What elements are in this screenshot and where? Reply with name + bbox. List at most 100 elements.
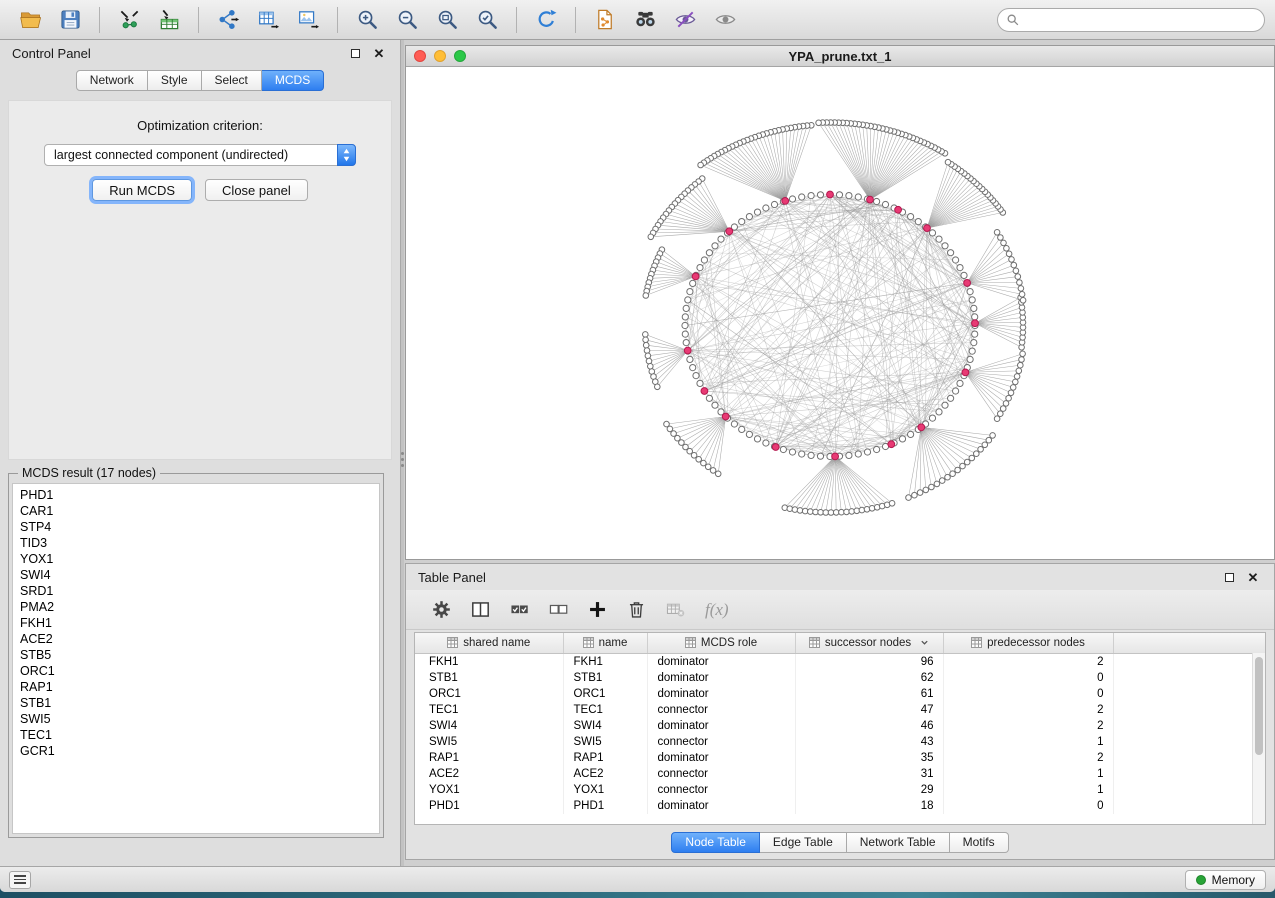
column-header-shared-name[interactable]: shared name — [415, 633, 563, 653]
tab-node-table[interactable]: Node Table — [671, 832, 760, 853]
network-node[interactable] — [967, 289, 973, 295]
network-leaf-node[interactable] — [1011, 262, 1017, 268]
network-leaf-node[interactable] — [1013, 268, 1019, 274]
zoom-selected-button[interactable] — [470, 5, 504, 35]
network-node[interactable] — [746, 431, 752, 437]
network-leaf-node[interactable] — [955, 467, 961, 473]
network-leaf-node[interactable] — [643, 342, 649, 348]
zoom-in-button[interactable] — [350, 5, 384, 35]
cell-MCDS-role[interactable]: dominator — [647, 798, 795, 814]
network-node[interactable] — [682, 322, 688, 328]
network-node[interactable] — [969, 297, 975, 303]
panel-menu-button[interactable] — [9, 871, 31, 889]
network-node[interactable] — [874, 446, 880, 452]
network-leaf-node[interactable] — [934, 481, 940, 487]
network-leaf-node[interactable] — [964, 459, 970, 465]
network-hub-node[interactable] — [964, 280, 971, 287]
birdseye-button[interactable] — [708, 5, 742, 35]
cell-successor-nodes[interactable]: 61 — [795, 686, 943, 702]
mcds-result-item[interactable]: PMA2 — [20, 599, 379, 615]
network-leaf-node[interactable] — [1017, 280, 1023, 286]
network-node[interactable] — [882, 201, 888, 207]
cell-name[interactable]: YOX1 — [563, 782, 647, 798]
network-node[interactable] — [936, 236, 942, 242]
settings-button[interactable] — [426, 596, 456, 624]
tab-motifs[interactable]: Motifs — [950, 832, 1009, 853]
select-all-button[interactable] — [504, 596, 534, 624]
table-row[interactable]: SWI5SWI5connector431 — [415, 734, 1265, 750]
network-node[interactable] — [746, 214, 752, 220]
network-leaf-node[interactable] — [1016, 368, 1022, 374]
table-row[interactable]: YOX1YOX1connector291 — [415, 782, 1265, 798]
network-node[interactable] — [754, 436, 760, 442]
cell-name[interactable]: SWI4 — [563, 718, 647, 734]
close-table-panel-button[interactable]: ✕ — [1244, 569, 1262, 585]
share-session-button[interactable] — [588, 5, 622, 35]
network-node[interactable] — [899, 436, 905, 442]
network-node[interactable] — [855, 194, 861, 200]
network-node[interactable] — [855, 451, 861, 457]
network-leaf-node[interactable] — [1020, 351, 1026, 357]
network-node[interactable] — [701, 257, 707, 263]
sort-chevron-icon[interactable] — [920, 638, 929, 647]
network-leaf-node[interactable] — [797, 508, 803, 514]
cell-name[interactable]: STB1 — [563, 670, 647, 686]
network-leaf-node[interactable] — [986, 437, 992, 443]
network-leaf-node[interactable] — [1013, 379, 1019, 385]
mcds-result-item[interactable]: PHD1 — [20, 487, 379, 503]
mcds-result-list[interactable]: PHD1CAR1STP4TID3YOX1SWI4SRD1PMA2FKH1ACE2… — [12, 483, 380, 834]
network-hub-node[interactable] — [827, 191, 834, 198]
cell-successor-nodes[interactable]: 47 — [795, 702, 943, 718]
network-leaf-node[interactable] — [912, 492, 918, 498]
network-leaf-node[interactable] — [643, 337, 649, 343]
network-node[interactable] — [948, 395, 954, 401]
network-leaf-node[interactable] — [715, 471, 721, 477]
network-node[interactable] — [712, 402, 718, 408]
network-leaf-node[interactable] — [917, 490, 923, 496]
export-table-button[interactable] — [251, 5, 285, 35]
criterion-select[interactable]: largest connected component (undirected) — [44, 144, 356, 166]
cell-MCDS-role[interactable]: connector — [647, 766, 795, 782]
cell-MCDS-role[interactable]: dominator — [647, 670, 795, 686]
network-hub-node[interactable] — [867, 196, 874, 203]
network-node[interactable] — [817, 453, 823, 459]
network-node[interactable] — [953, 388, 959, 394]
network-leaf-node[interactable] — [648, 234, 654, 240]
cell-shared-name[interactable]: RAP1 — [415, 750, 563, 766]
network-node[interactable] — [936, 409, 942, 415]
cell-shared-name[interactable]: STB1 — [415, 670, 563, 686]
cell-name[interactable]: TEC1 — [563, 702, 647, 718]
cell-name[interactable]: ACE2 — [563, 766, 647, 782]
column-selector-button[interactable] — [465, 596, 495, 624]
network-leaf-node[interactable] — [644, 348, 650, 354]
network-node[interactable] — [780, 446, 786, 452]
network-leaf-node[interactable] — [974, 451, 980, 457]
network-node[interactable] — [697, 265, 703, 271]
network-node[interactable] — [687, 289, 693, 295]
network-hub-node[interactable] — [972, 320, 979, 327]
network-node[interactable] — [683, 305, 689, 311]
network-node[interactable] — [706, 395, 712, 401]
search-input[interactable] — [997, 8, 1265, 32]
table-row[interactable]: SWI4SWI4dominator462 — [415, 718, 1265, 734]
network-leaf-node[interactable] — [945, 159, 951, 165]
mcds-result-item[interactable]: SRD1 — [20, 583, 379, 599]
cell-MCDS-role[interactable]: dominator — [647, 686, 795, 702]
network-leaf-node[interactable] — [906, 495, 912, 501]
cell-predecessor-nodes[interactable]: 1 — [943, 734, 1113, 750]
mcds-result-item[interactable]: TID3 — [20, 535, 379, 551]
cell-name[interactable]: PHD1 — [563, 798, 647, 814]
network-node[interactable] — [697, 380, 703, 386]
mcds-result-item[interactable]: STP4 — [20, 519, 379, 535]
network-graph[interactable] — [406, 67, 1274, 559]
table-row[interactable]: ORC1ORC1dominator610 — [415, 686, 1265, 702]
network-hub-node[interactable] — [782, 198, 789, 205]
cell-successor-nodes[interactable]: 31 — [795, 766, 943, 782]
mcds-result-item[interactable]: SWI5 — [20, 711, 379, 727]
network-leaf-node[interactable] — [701, 460, 707, 466]
cell-name[interactable]: SWI5 — [563, 734, 647, 750]
network-leaf-node[interactable] — [960, 463, 966, 469]
network-hub-node[interactable] — [895, 206, 902, 213]
network-leaf-node[interactable] — [1018, 286, 1024, 292]
cell-shared-name[interactable]: TEC1 — [415, 702, 563, 718]
